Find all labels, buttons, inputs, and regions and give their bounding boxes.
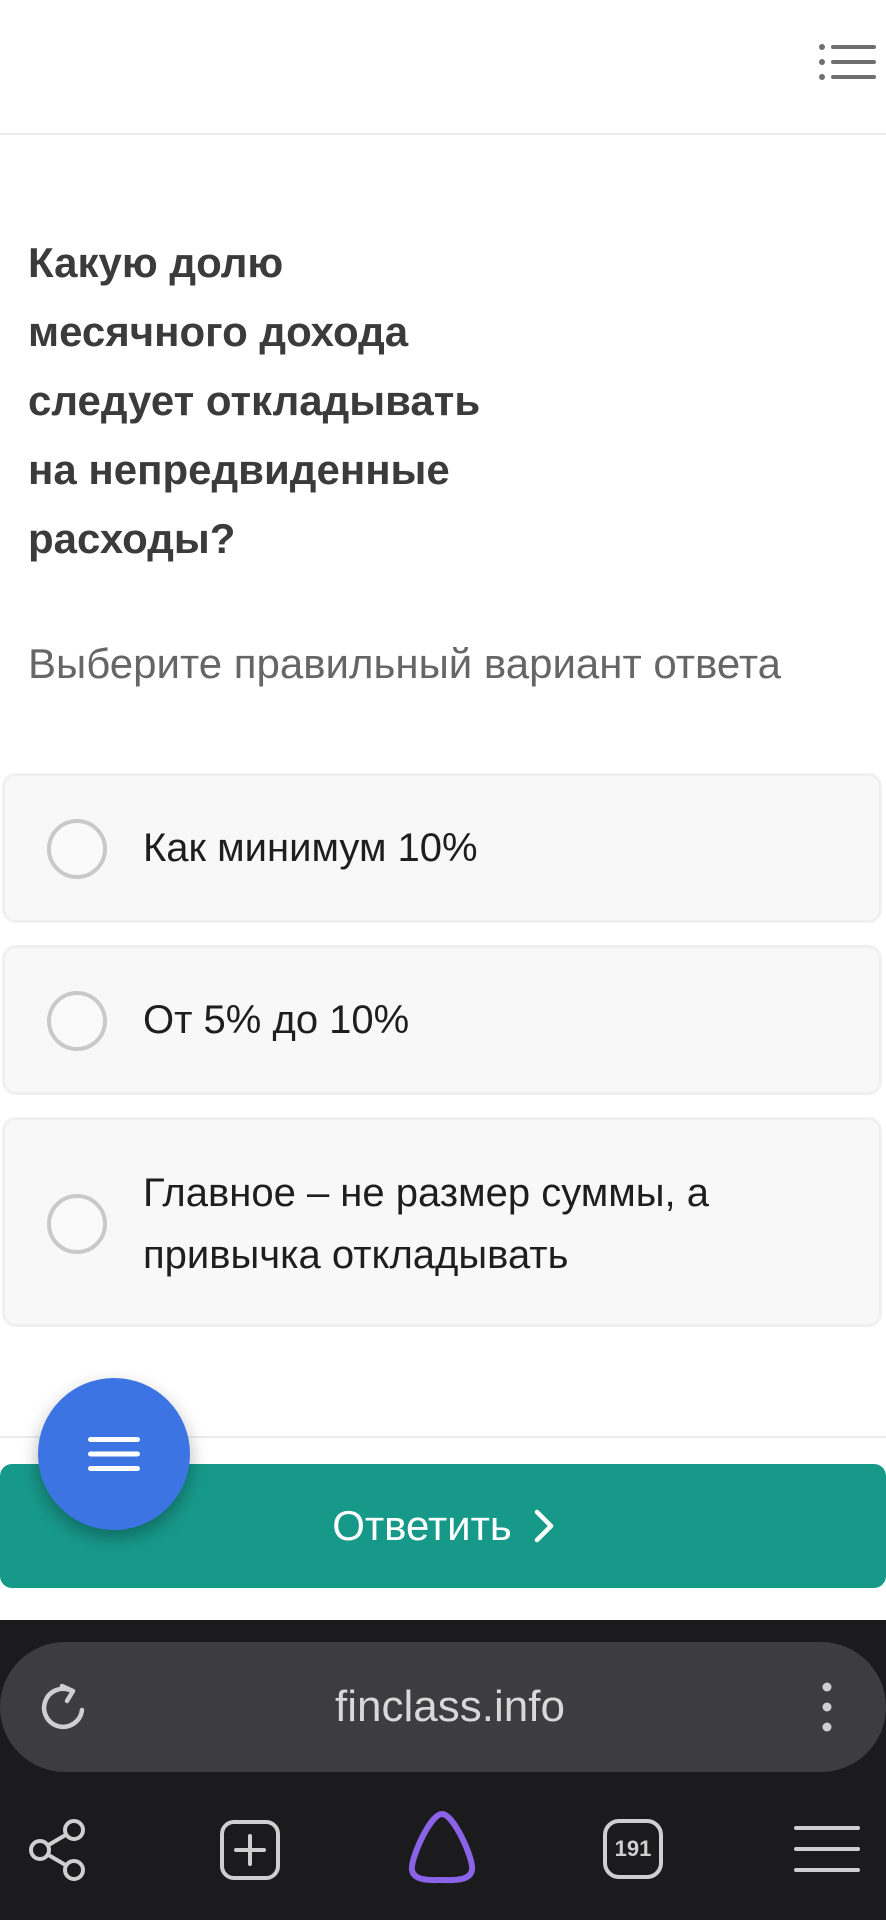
option-label: Главное – не размер суммы, а [143, 1171, 710, 1215]
page-header [0, 0, 886, 135]
answer-hint: Выберите правильный вариант ответа [28, 640, 781, 687]
new-tab-icon[interactable] [218, 1818, 282, 1882]
answer-option-1[interactable]: Как минимум 10% [2, 773, 882, 923]
url-text[interactable]: finclass.info [0, 1642, 886, 1772]
alice-icon[interactable] [404, 1808, 480, 1886]
question-line: Какую долю [28, 239, 284, 286]
reload-icon[interactable] [36, 1680, 92, 1736]
question-text: Какую долю месячного дохода следует откл… [28, 228, 548, 573]
share-icon[interactable] [26, 1818, 90, 1882]
chevron-right-icon [534, 1509, 554, 1543]
list-icon[interactable] [818, 42, 876, 82]
answer-button-label: Ответить [332, 1502, 512, 1549]
radio-button[interactable] [47, 1194, 107, 1254]
question-line: следует откладывать [28, 377, 481, 424]
option-label: Как минимум 10% [143, 826, 478, 870]
floating-menu-button[interactable] [38, 1378, 190, 1530]
hamburger-icon[interactable] [794, 1824, 860, 1874]
tabs-button[interactable]: 191 [602, 1818, 664, 1880]
option-label: привычка откладывать [143, 1233, 569, 1277]
hamburger-icon [88, 1437, 140, 1471]
question-line: месячного дохода [28, 308, 409, 355]
question-line: на непредвиденные [28, 446, 450, 493]
radio-button[interactable] [47, 819, 107, 879]
answer-option-3[interactable]: Главное – не размер суммы, а привычка от… [2, 1117, 882, 1327]
answer-option-2[interactable]: От 5% до 10% [2, 945, 882, 1095]
question-line: расходы? [28, 515, 236, 562]
radio-button[interactable] [47, 991, 107, 1051]
more-vertical-icon[interactable] [814, 1680, 840, 1736]
tabs-count: 191 [614, 1836, 652, 1861]
option-label: От 5% до 10% [143, 998, 410, 1042]
